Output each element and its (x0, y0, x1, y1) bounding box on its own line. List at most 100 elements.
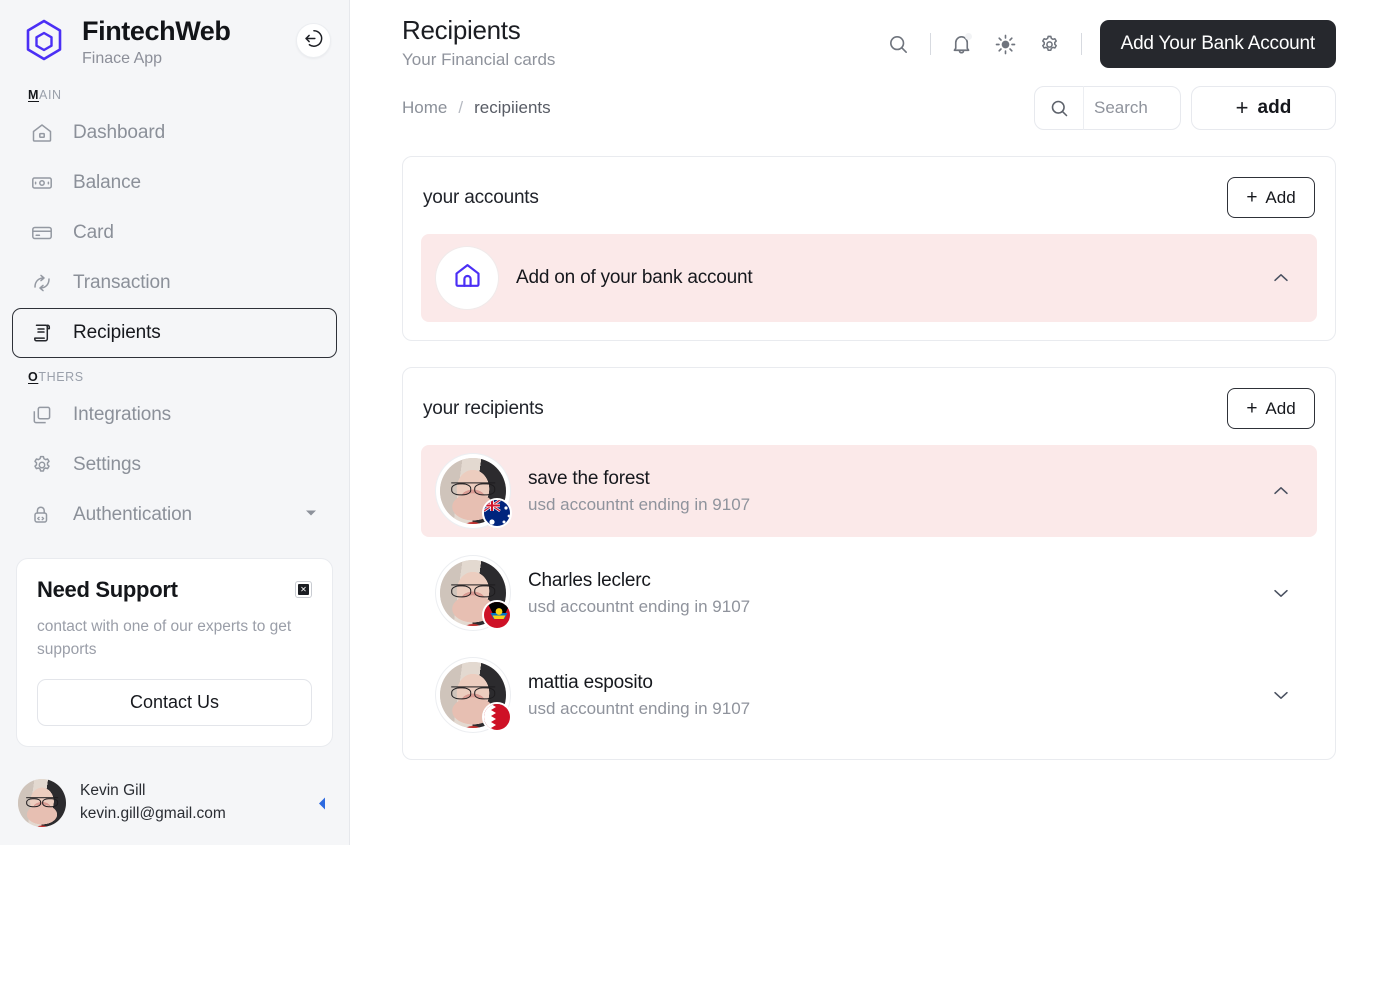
avatar (18, 779, 66, 827)
chevron-down-icon[interactable] (1267, 579, 1295, 607)
add-account-button[interactable]: + Add (1227, 177, 1315, 218)
support-card-header: Need Support ✕ (37, 577, 312, 603)
panel-title: your accounts (423, 186, 539, 208)
panel-header: your accounts + Add (421, 177, 1317, 218)
add-button[interactable]: + add (1191, 86, 1336, 130)
credit-card-icon (29, 220, 55, 246)
avatar (436, 454, 512, 528)
plus-icon: + (1246, 187, 1258, 208)
arrow-left-circle-icon (303, 28, 324, 54)
avatar (436, 658, 512, 732)
recipient-account: usd accountnt ending in 9107 (528, 596, 751, 616)
chevron-down-icon[interactable] (1267, 681, 1295, 709)
caret-left-icon[interactable] (317, 797, 327, 814)
sidebar-item-dashboard[interactable]: Dashboard (12, 108, 337, 158)
sidebar-item-label: Card (73, 222, 114, 243)
sidebar-item-transaction[interactable]: Transaction (12, 258, 337, 308)
gear-icon[interactable] (1028, 22, 1072, 66)
antigua-flag (482, 600, 512, 630)
chevron-down-icon[interactable] (304, 506, 318, 525)
sidebar-group-label-others: OTHERS (28, 370, 84, 384)
sidebar-group-label-main: MAIN (28, 88, 62, 102)
add-recipient-button[interactable]: + Add (1227, 388, 1315, 429)
contact-us-button[interactable]: Contact Us (37, 679, 312, 726)
sidebar-item-recipients[interactable]: Recipients (12, 308, 337, 358)
breadcrumb: Home / recipiients (402, 98, 551, 118)
search-input[interactable] (1084, 98, 1180, 118)
recipient-text: Charles leclerc usd accountnt ending in … (528, 568, 1267, 619)
sidebar-item-card[interactable]: Card (12, 208, 337, 258)
your-accounts-panel: your accounts + Add Add on of your bank … (402, 156, 1336, 341)
house-icon-circle (436, 247, 498, 309)
bahrain-flag (482, 702, 512, 732)
bell-icon[interactable] (940, 22, 984, 66)
brand-text: FintechWeb Finace App (82, 15, 231, 70)
recipient-row[interactable]: mattia esposito usd accountnt ending in … (421, 649, 1317, 741)
sidebar-item-balance[interactable]: Balance (12, 158, 337, 208)
recipient-name: save the forest (528, 467, 650, 489)
subbar-actions: + add (1034, 86, 1336, 130)
support-title: Need Support (37, 577, 178, 602)
main-content: Recipients Your Financial cards Add Your… (350, 0, 1400, 1003)
bank-account-text: Add on of your bank account (516, 265, 1267, 291)
breadcrumb-separator: / (458, 98, 464, 117)
subbar: Home / recipiients + add (350, 72, 1400, 130)
plus-icon: + (1246, 398, 1258, 419)
search-icon (1035, 98, 1083, 119)
layers-icon (29, 402, 55, 428)
sidebar-item-label: Settings (73, 454, 141, 475)
app-root: FintechWeb Finace App MAIN Dashboard Bal… (0, 0, 1400, 1003)
breadcrumb-home[interactable]: Home (402, 98, 447, 118)
plus-icon: + (1235, 95, 1249, 120)
support-description: contact with one of our experts to get s… (37, 618, 292, 658)
recipient-row[interactable]: save the forest usd accountnt ending in … (421, 445, 1317, 537)
sidebar-item-settings[interactable]: Settings (12, 440, 337, 490)
sun-icon[interactable] (984, 22, 1028, 66)
chevron-up-icon[interactable] (1267, 264, 1295, 292)
lock-code-icon (29, 502, 55, 528)
transfer-icon (29, 270, 55, 296)
search-box[interactable] (1034, 86, 1181, 130)
close-icon[interactable]: ✕ (295, 581, 312, 598)
recipient-account: usd accountnt ending in 9107 (528, 494, 751, 514)
sidebar: FintechWeb Finace App MAIN Dashboard Bal… (0, 0, 350, 845)
gear-icon (29, 452, 55, 478)
brand-header: FintechWeb Finace App (0, 0, 349, 76)
notification-dot (964, 33, 972, 40)
brand-title: FintechWeb (82, 15, 231, 46)
chevron-up-icon[interactable] (1267, 477, 1295, 505)
sidebar-item-label: Dashboard (73, 122, 166, 143)
australia-flag (482, 498, 512, 528)
recipient-text: save the forest usd accountnt ending in … (528, 466, 1267, 517)
recipient-name: mattia esposito (528, 671, 653, 693)
brand-subtitle: Finace App (82, 49, 163, 67)
add-account-label: Add (1265, 187, 1296, 207)
panel-header: your recipients + Add (421, 388, 1317, 429)
bank-account-row[interactable]: Add on of your bank account (421, 234, 1317, 322)
sidebar-collapse-button[interactable] (296, 23, 331, 58)
recipient-account: usd accountnt ending in 9107 (528, 698, 751, 718)
user-name: Kevin Gill (80, 782, 146, 799)
home-icon (452, 260, 483, 296)
breadcrumb-current: recipiients (474, 98, 551, 117)
search-icon[interactable] (877, 22, 921, 66)
sidebar-item-integrations[interactable]: Integrations (12, 390, 337, 440)
add-recipient-label: Add (1265, 398, 1296, 418)
divider (1080, 33, 1082, 55)
hexagon-logo-icon (16, 14, 72, 70)
add-button-label: add (1257, 97, 1292, 118)
divider (929, 33, 931, 55)
sidebar-item-label: Integrations (73, 404, 172, 425)
sidebar-item-authentication[interactable]: Authentication (12, 490, 337, 540)
recipient-row[interactable]: Charles leclerc usd accountnt ending in … (421, 547, 1317, 639)
sidebar-nav-others: Integrations Settings Authentication (0, 390, 349, 540)
panel-title: your recipients (423, 397, 544, 419)
sidebar-user-row[interactable]: Kevin Gill kevin.gill@gmail.com (0, 765, 349, 845)
topbar-actions: Add Your Bank Account (877, 14, 1336, 68)
your-recipients-panel: your recipients + Add save the forest us… (402, 367, 1336, 760)
avatar (436, 556, 512, 630)
topbar: Recipients Your Financial cards Add Your… (350, 0, 1400, 72)
sidebar-nav-main: Dashboard Balance Card Transaction Recip… (0, 108, 349, 358)
add-bank-account-button[interactable]: Add Your Bank Account (1099, 20, 1336, 68)
user-email: kevin.gill@gmail.com (80, 805, 226, 822)
